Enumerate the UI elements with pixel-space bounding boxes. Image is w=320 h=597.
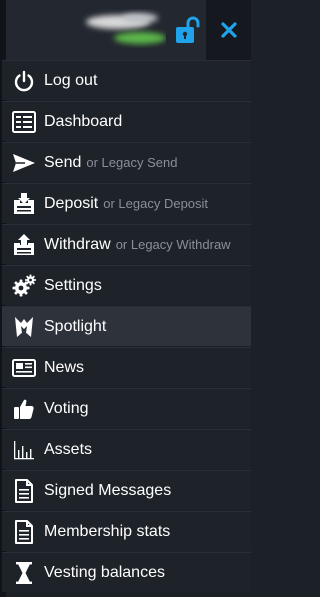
menu-item-label: Spotlight [44, 317, 107, 335]
close-button[interactable] [206, 0, 251, 60]
close-icon [220, 22, 237, 38]
menu-item-vesting-balances[interactable]: Vesting balances [2, 552, 251, 592]
menu-item-log-out[interactable]: Log out [2, 60, 251, 100]
top-bar [0, 0, 251, 597]
spotlight-icon [12, 315, 36, 339]
menu-item-news[interactable]: News [2, 347, 251, 387]
menu-item-voting[interactable]: Voting [2, 388, 251, 428]
menu-item-subtext[interactable]: or Legacy Deposit [103, 196, 208, 211]
menu-item-membership-stats[interactable]: Membership stats [2, 511, 251, 551]
power-icon [12, 69, 36, 93]
unlock-icon[interactable] [170, 12, 204, 48]
thumbs-up-icon [12, 397, 36, 421]
side-menu: Log out Dashboard Send or Legacy Send De… [2, 60, 251, 593]
bar-chart-icon [12, 438, 36, 462]
withdraw-icon [12, 233, 36, 257]
menu-item-withdraw[interactable]: Withdraw or Legacy Withdraw [2, 224, 251, 264]
menu-item-label: News [44, 358, 85, 376]
menu-item-label: Deposit [44, 194, 99, 212]
menu-item-subtext[interactable]: or Legacy Send [86, 155, 177, 170]
menu-item-label: Membership stats [44, 522, 171, 540]
hourglass-icon [12, 561, 36, 585]
menu-item-settings[interactable]: Settings [2, 265, 251, 305]
menu-item-label: Dashboard [44, 112, 123, 130]
menu-item-send[interactable]: Send or Legacy Send [2, 142, 251, 182]
document-icon [12, 478, 36, 503]
account-avatar-blurred[interactable] [78, 8, 166, 48]
deposit-icon [12, 192, 36, 216]
menu-item-label: Voting [44, 399, 89, 417]
send-icon [12, 151, 36, 175]
menu-item-assets[interactable]: Assets [2, 429, 251, 469]
menu-item-label: Assets [44, 440, 93, 458]
menu-item-dashboard[interactable]: Dashboard [2, 101, 251, 141]
menu-item-label: Send [44, 153, 82, 171]
menu-item-label: Settings [44, 276, 102, 294]
menu-item-spotlight[interactable]: Spotlight [2, 306, 251, 346]
menu-item-subtext[interactable]: or Legacy Withdraw [116, 237, 231, 252]
menu-item-label: Signed Messages [44, 481, 172, 499]
menu-item-label: Withdraw [44, 235, 111, 253]
document-icon [12, 519, 36, 544]
dashboard-icon [12, 110, 36, 134]
news-icon [12, 356, 36, 380]
menu-item-label: Log out [44, 71, 98, 89]
menu-item-deposit[interactable]: Deposit or Legacy Deposit [2, 183, 251, 223]
menu-item-signed-messages[interactable]: Signed Messages [2, 470, 251, 510]
gears-icon [12, 274, 36, 298]
menu-item-label: Vesting balances [44, 563, 165, 581]
